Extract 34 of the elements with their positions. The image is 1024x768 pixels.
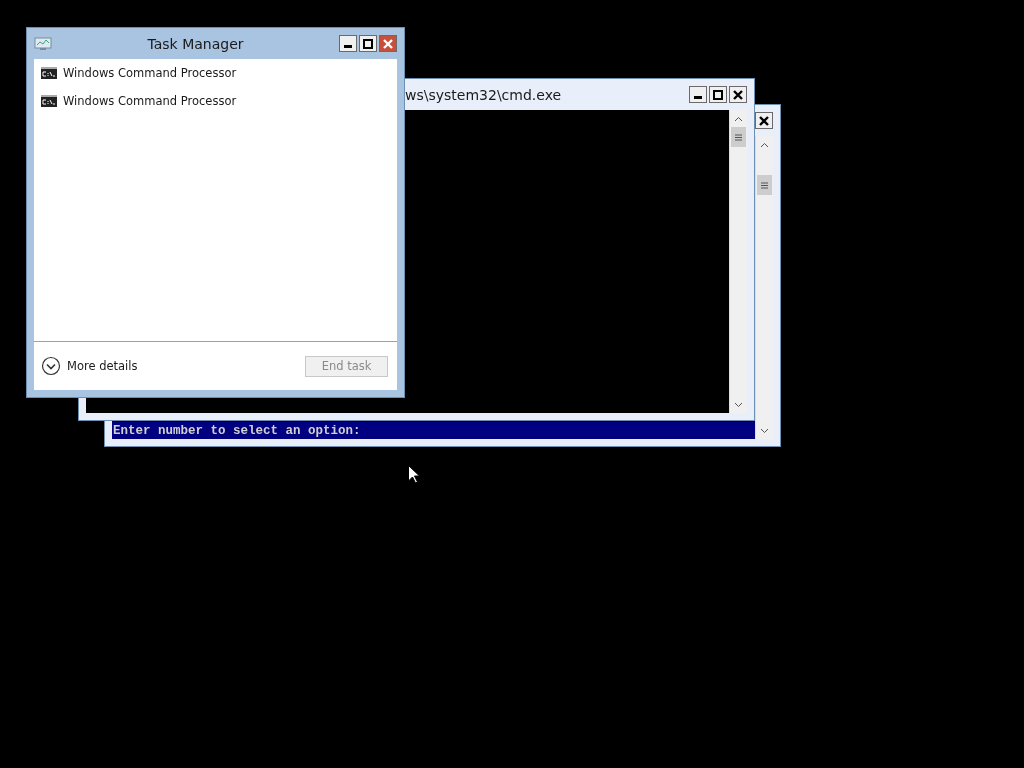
maximize-icon (363, 38, 373, 49)
scrollbar[interactable] (755, 136, 773, 439)
scrollbar[interactable] (729, 110, 747, 413)
window-title: ws\system32\cmd.exe (405, 86, 562, 103)
monitor-icon (34, 36, 52, 51)
more-details-toggle[interactable]: More details (41, 356, 138, 376)
chevron-up-icon (760, 141, 769, 148)
minimize-icon (694, 95, 702, 99)
chevron-circle-icon (41, 356, 61, 376)
console-icon (41, 95, 57, 107)
chevron-down-icon (760, 427, 769, 434)
minimize-icon (344, 44, 352, 48)
scrollbar-thumb[interactable] (757, 175, 772, 195)
chevron-down-icon (734, 401, 743, 408)
close-button[interactable] (729, 86, 747, 103)
window-title: Task Manager (147, 35, 244, 52)
console-icon (41, 67, 57, 79)
close-button[interactable] (755, 112, 773, 129)
process-name[interactable]: Windows Command Processor (63, 94, 237, 108)
maximize-button[interactable] (359, 35, 377, 52)
close-icon (733, 89, 743, 100)
console-prompt: Enter number to select an option: (112, 423, 361, 438)
cursor-icon (408, 465, 420, 484)
close-icon (383, 38, 393, 49)
scrollbar-thumb[interactable] (731, 127, 746, 147)
process-name[interactable]: Windows Command Processor (63, 66, 237, 80)
grip-icon (761, 181, 768, 189)
close-icon (759, 115, 769, 126)
maximize-icon (713, 89, 723, 100)
chevron-up-icon (734, 115, 743, 122)
maximize-button[interactable] (709, 86, 727, 103)
minimize-button[interactable] (339, 35, 357, 52)
grip-icon (735, 133, 742, 141)
minimize-button[interactable] (689, 86, 707, 103)
